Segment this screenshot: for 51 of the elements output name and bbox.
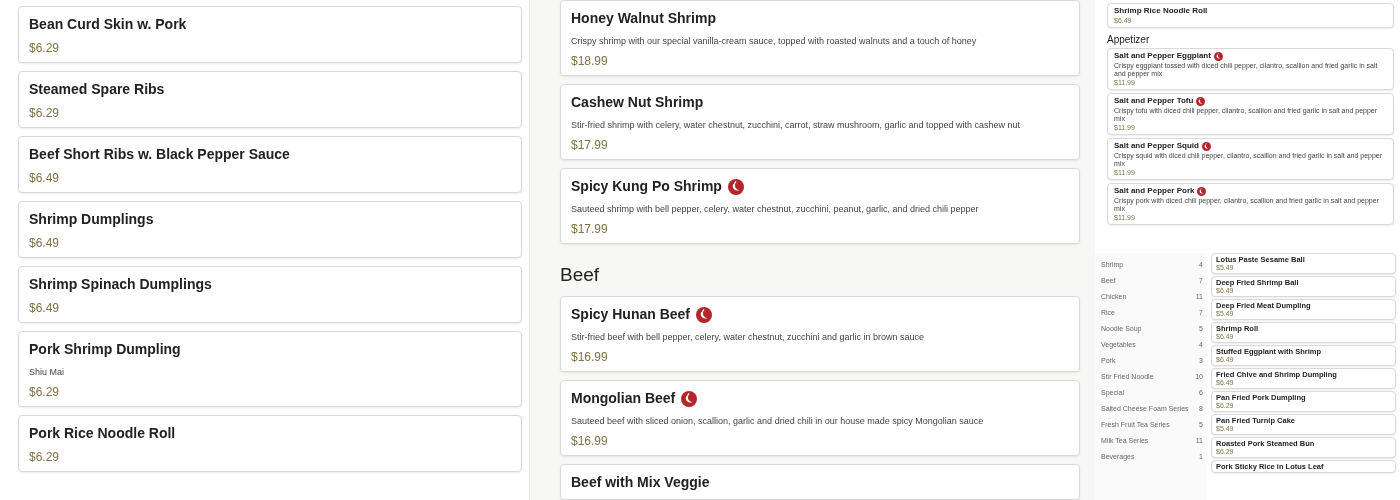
dish-name: Salt and Pepper Tofu [1114,96,1194,106]
dish-price: $6.49 [29,301,61,315]
dish-name: Salt and Pepper Eggplant [1114,51,1211,61]
menu-item-card[interactable]: Shrimp Spinach Dumplings $6.49 [18,266,522,323]
menu-item-card[interactable]: Pork Rice Noodle Roll $6.29 [18,415,522,472]
dish-description: Sauteed shrimp with bell pepper, celery, water chestnut, zucchini, peanut, garlic, and dried chili pepper [571,203,980,215]
dish-name: Steamed Spare Ribs [29,80,165,99]
dish-name: Cashew Nut Shrimp [571,93,704,112]
dish-price: $6.29 [29,106,61,120]
dish-name: Spicy Kung Po Shrimp [571,177,722,196]
menu-item-card[interactable]: Cashew Nut Shrimp Stir-fried shrimp with celery, water chestnut, zucchini, carrot, straw mushroom, garlic and topped with cashew nut $17.99 [560,84,1080,160]
dish-name: Beef Short Ribs w. Black Pepper Sauce [29,145,290,164]
menu-item-card[interactable]: Honey Walnut Shrimp Crispy shrimp with our special vanilla-cream sauce, topped with roasted walnuts and a touch of honey $18.99 [560,0,1080,76]
dish-name: Beef with Mix Veggie [571,473,710,492]
menu-item-card[interactable]: Steamed Spare Ribs $6.29 [18,71,522,128]
menu-item-card[interactable]: Pork Shrimp Dumpling Shiu Mai $6.29 [18,331,522,407]
dish-name: Mongolian Beef [571,389,676,408]
dish-price: $6.29 [29,41,61,55]
dish-name: Spicy Hunan Beef [571,305,691,324]
menu-item-card[interactable]: Beef Short Ribs w. Black Pepper Sauce $6.49 [18,136,522,193]
dish-price: $17.99 [571,138,609,152]
menu-item-card[interactable]: Shrimp Dumplings $6.49 [18,201,522,258]
dish-name: Salt and Pepper Pork [1114,186,1195,196]
dish-name: Pork Shrimp Dumpling [29,340,181,359]
menu-item-card[interactable]: Spicy Kung Po Shrimp Sauteed shrimp with bell pepper, celery, water chestnut, zucchini, peanut, garlic, and dried chili pepper $17.99 [560,168,1080,244]
section-heading: Beef [560,264,601,286]
menu-item-card[interactable]: Beef with Mix Veggie [560,464,1080,500]
dish-description: Shiu Mai [29,366,65,378]
dish-name: Shrimp Dumplings [29,210,154,229]
dish-description: Stir-fried shrimp with celery, water chestnut, zucchini, carrot, straw mushroom, garlic and topped with cashew nut [571,119,1021,131]
dish-name: Salt and Pepper Squid [1114,141,1199,151]
dish-price: $6.49 [29,171,61,185]
dish-price: $17.99 [571,222,609,236]
dish-name: Pork Rice Noodle Roll [29,424,176,443]
dish-name: Shrimp Rice Noodle Roll [1114,6,1208,16]
dish-description: Sauteed beef with sliced onion, scallion, garlic and dried chili in our house made spicy Mongolian sauce [571,415,985,427]
dish-price: $16.99 [571,434,609,448]
dish-description: Stir-fried beef with bell pepper, celery, water chestnut, zucchini and garlic in brown sauce [571,331,925,343]
menu-item-card[interactable]: Spicy Hunan Beef Stir-fried beef with bell pepper, celery, water chestnut, zucchini and garlic in brown sauce $16.99 [560,296,1080,372]
dish-price: $16.99 [571,350,609,364]
dish-price: $6.49 [29,236,61,250]
dish-name: Honey Walnut Shrimp [571,9,716,28]
dish-name: Shrimp Spinach Dumplings [29,275,212,294]
dish-name: Bean Curd Skin w. Pork [29,15,187,34]
menu-item-card[interactable]: Bean Curd Skin w. Pork $6.29 [18,6,522,63]
dish-description: Crispy shrimp with our special vanilla-cream sauce, topped with roasted walnuts and a touch of honey [571,35,978,47]
menu-item-card[interactable]: Mongolian Beef Sauteed beef with sliced onion, scallion, garlic and dried chili in our house made spicy Mongolian sauce $16.99 [560,380,1080,456]
dish-price: $18.99 [571,54,609,68]
dish-price: $6.29 [29,450,61,464]
dish-price: $6.29 [29,385,61,399]
section-heading: Appetizer [1107,34,1151,45]
